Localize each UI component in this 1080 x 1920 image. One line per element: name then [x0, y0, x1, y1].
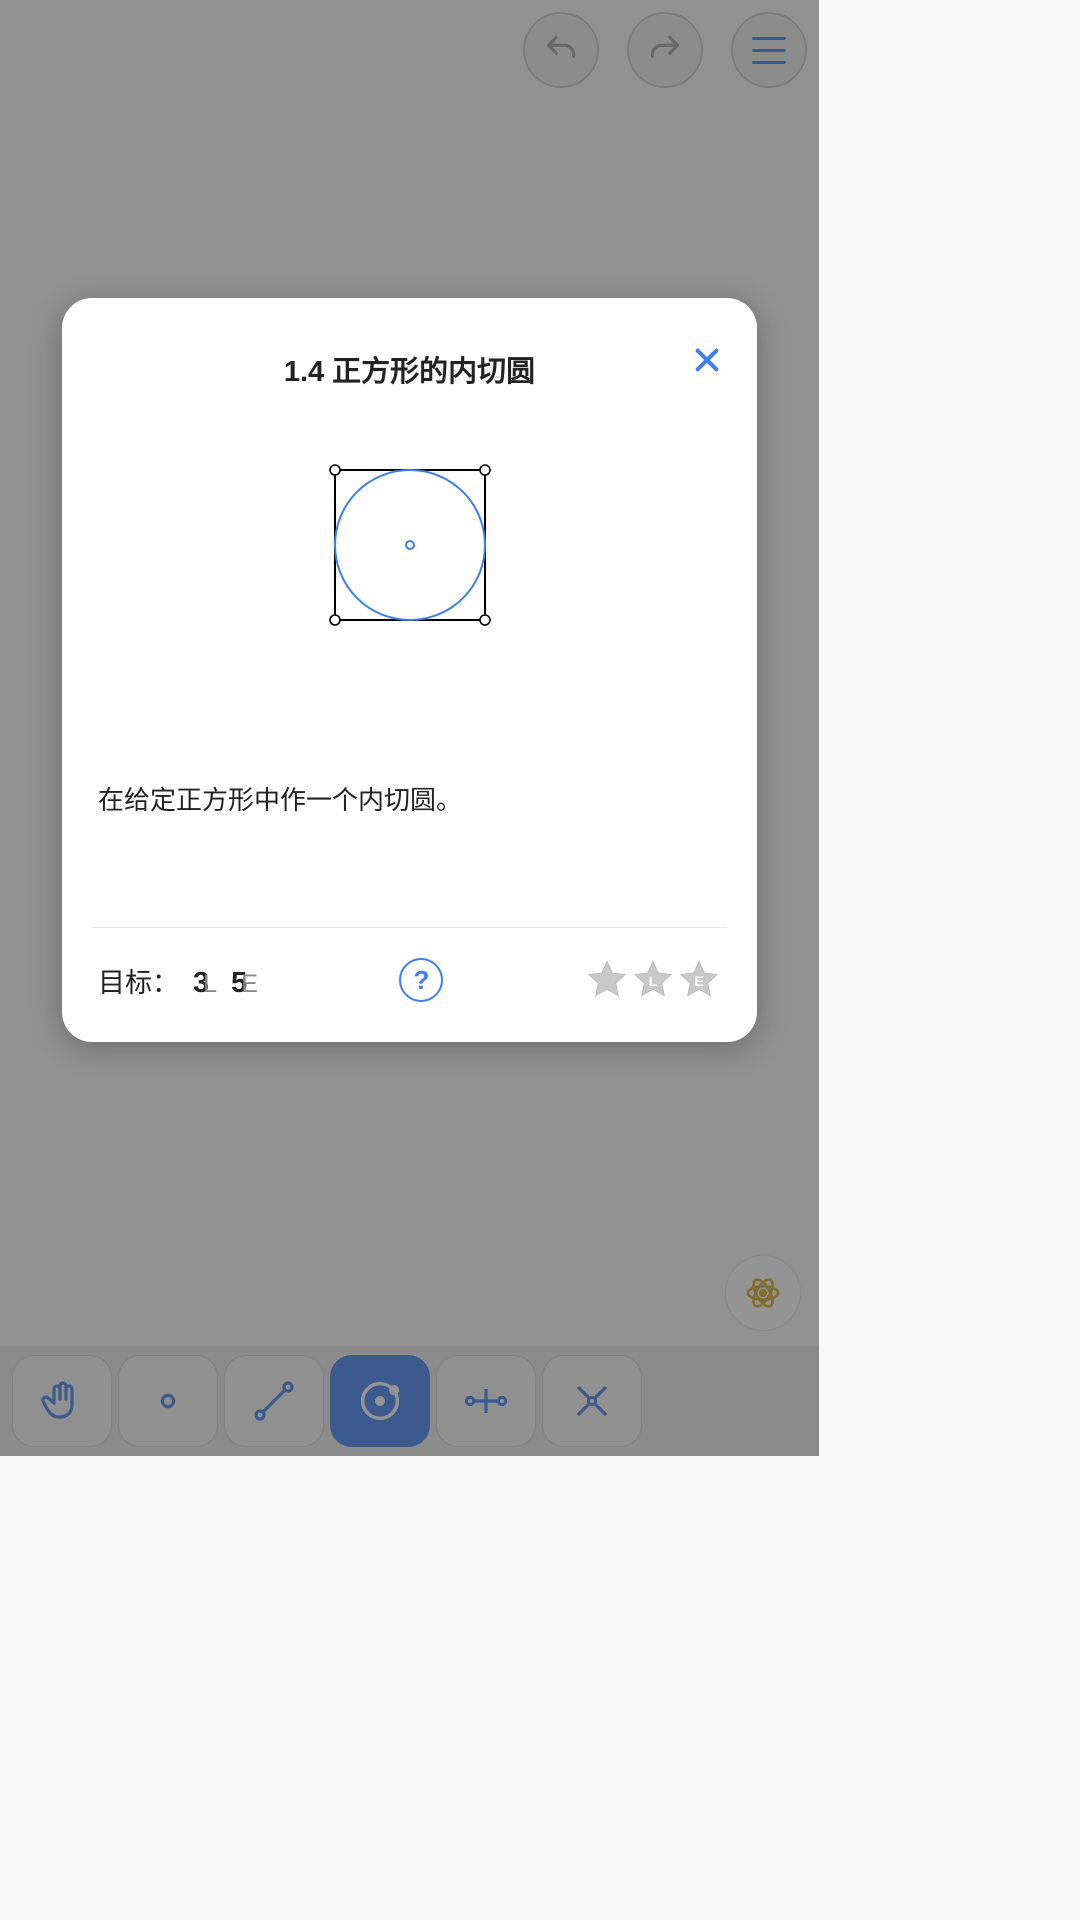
help-button[interactable]: ? — [399, 958, 443, 1002]
goal-l-unit: L — [203, 970, 217, 998]
star-icon — [585, 958, 629, 1002]
inscribed-circle-diagram — [325, 460, 495, 630]
close-button[interactable] — [685, 338, 729, 382]
goal-block: 目标： 3L 5E — [98, 961, 258, 1000]
modal-footer: 目标： 3L 5E ? L E — [92, 958, 727, 1012]
star-3-label: E — [694, 973, 703, 989]
close-icon — [691, 344, 723, 376]
star-2-label: L — [649, 973, 658, 989]
goal-label: 目标： — [98, 961, 179, 1000]
goal-e-unit: E — [241, 970, 258, 998]
modal-title: 1.4 正方形的内切圆 — [92, 348, 727, 390]
diagram-preview — [92, 460, 727, 630]
stars-block: L E — [585, 958, 721, 1002]
star-3: E — [677, 958, 721, 1002]
help-icon: ? — [413, 965, 429, 996]
star-1 — [585, 958, 629, 1002]
star-2: L — [631, 958, 675, 1002]
instruction-text: 在给定正方形中作一个内切圆。 — [98, 780, 727, 817]
divider — [92, 927, 727, 928]
level-modal: 1.4 正方形的内切圆 在给定正方形中作一个内切圆。 目标： 3L 5E ? — [62, 298, 757, 1042]
